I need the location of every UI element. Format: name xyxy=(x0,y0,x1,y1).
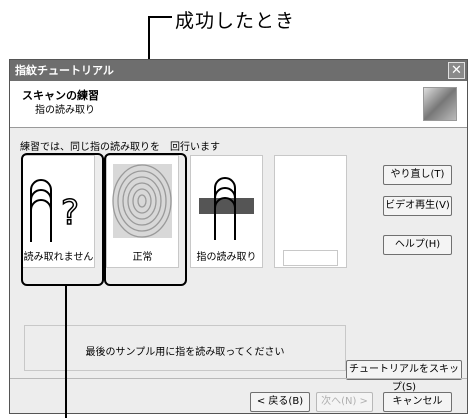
header-subtitle: 指の読み取り xyxy=(35,105,95,116)
redo-button[interactable]: やり直し(T) xyxy=(383,165,452,185)
sample-label-4-box xyxy=(283,250,338,266)
next-button[interactable]: 次へ(N) > xyxy=(316,392,373,412)
finger-on-sensor-icon xyxy=(199,177,254,240)
highlight-success-sample xyxy=(104,153,187,286)
title-bar: 指紋チュートリアル ✕ xyxy=(10,60,467,81)
close-button[interactable]: ✕ xyxy=(448,62,465,79)
callout-line-vertical-bottom xyxy=(65,286,67,418)
footer-divider xyxy=(10,378,467,379)
play-video-button[interactable]: ビデオ再生(V) xyxy=(383,196,452,216)
cancel-button[interactable]: キャンセル xyxy=(383,392,452,412)
message-text: 最後のサンプル用に指を読み取ってください xyxy=(85,347,285,358)
callout-line-horizontal xyxy=(148,16,172,18)
instruction-text: 練習では、同じ指の読み取りを 回行います xyxy=(20,142,220,153)
back-button[interactable]: < 戻る(B) xyxy=(250,392,310,412)
sample-slot-3: 指の読み取り xyxy=(190,155,263,268)
message-box: 最後のサンプル用に指を読み取ってください xyxy=(24,325,346,371)
wizard-header: スキャンの練習 指の読み取り xyxy=(10,81,467,128)
fingerprint-header-icon xyxy=(423,87,457,121)
window-title: 指紋チュートリアル xyxy=(15,64,114,77)
sample-label-3: 指の読み取り xyxy=(196,252,257,263)
callout-success-label: 成功したとき xyxy=(175,10,296,32)
highlight-failed-sample xyxy=(21,153,104,286)
sample-slot-4 xyxy=(274,155,347,268)
help-button[interactable]: ヘルプ(H) xyxy=(383,235,452,255)
skip-tutorial-button[interactable]: チュートリアルをスキップ(S) xyxy=(346,360,462,393)
